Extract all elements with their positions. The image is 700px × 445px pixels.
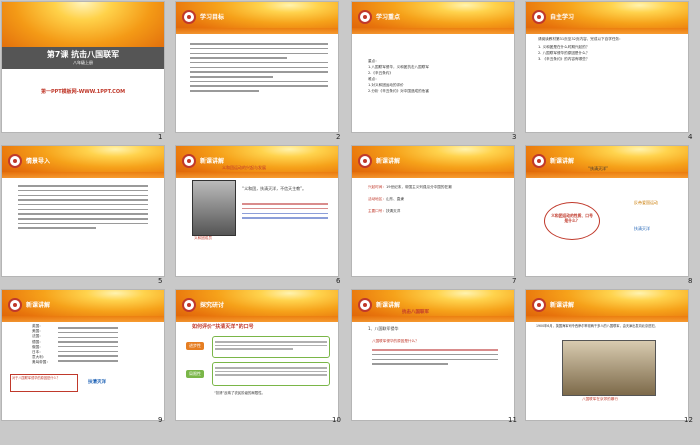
badge-icon [182, 154, 196, 168]
slide-header: 情景导入 [26, 158, 51, 165]
slide-thumbnail-10[interactable]: 探究研讨 如何评价“扶清灭洋”的口号 进步性 局限性 “扶清”反映了农民阶级的局… [176, 290, 338, 420]
answer-text: 扶清灭洋 [88, 380, 106, 385]
slide-header: 自主学习 [550, 14, 575, 21]
answer-1: 反帝爱国运动 [634, 200, 658, 205]
slide-header: 学习目标 [200, 14, 225, 21]
slide-thumbnail-5[interactable]: 情景导入 [2, 146, 164, 276]
slide-red-title: 如何评价“扶清灭洋”的口号 [192, 324, 254, 330]
slide-thumbnail-11[interactable]: 新课讲解 抗击八国联军 1、八国联军侵华 八国联军侵华的原因是什么？ [352, 290, 514, 420]
slide-header: 学习重点 [376, 14, 401, 21]
slide1-subtitle: 八年级上册 [73, 60, 93, 65]
badge-icon [358, 10, 372, 24]
slide-thumbnail-3[interactable]: 学习重点 重点： 1.八国联军侵华，义和团抗击八国联军 2.《辛丑条约》 难点：… [352, 2, 514, 132]
progress-label: 进步性 [186, 342, 204, 350]
badge-icon [532, 10, 546, 24]
slide-thumbnail-2[interactable]: 学习目标 [176, 2, 338, 132]
quote-text: “义和团，扶清灭洋，不信天主教”。 [242, 186, 307, 191]
slide-thumbnail-12[interactable]: 新课讲解 1900年6月，英国海军司令西摩尔率领两千多人的八国联军，由天津出发向… [526, 290, 688, 420]
badge-icon [358, 298, 372, 312]
badge-icon [8, 154, 22, 168]
question-text: 对于八国联军侵华的原因是什么？ [12, 376, 60, 380]
slide-thumbnail-4[interactable]: 自主学习 请阅读教材第31页至32页内容，完成以下自学任务： 1. 义和团是在什… [526, 2, 688, 132]
badge-icon [8, 298, 22, 312]
question-text: 八国联军侵华的原因是什么？ [372, 339, 419, 343]
cloud-question: 义和团运动的性质、口号是什么？ [551, 213, 593, 223]
quote-text: “扶清灭洋” [588, 166, 609, 171]
badge-icon [182, 298, 196, 312]
list-item: 奥匈帝国： [32, 360, 50, 365]
slide-thumbnail-8[interactable]: 新课讲解 “扶清灭洋” 义和团运动的性质、口号是什么？ 反帝爱国运动 扶清灭洋 [526, 146, 688, 276]
limitation-label: 局限性 [186, 370, 204, 378]
foot-note: “扶清”反映了农民阶级的局限性。 [214, 391, 265, 395]
answer-2: 扶清灭洋 [634, 226, 650, 231]
slide1-footer: 第一PPT模板网-WWW.1PPT.COM [40, 89, 126, 95]
list-item: 2.分析《辛丑条约》对中国造成的危害 [368, 89, 429, 93]
slide-red-title: 义和团运动的兴起与发展 [222, 165, 266, 170]
slide-thumbnail-7[interactable]: 新课讲解 兴起时间：19世纪末，帝国主义列强瓜分中国的狂潮 活动地区：山东、直隶… [352, 146, 514, 276]
badge-icon [358, 154, 372, 168]
slide-header: 新课讲解 [550, 158, 575, 165]
badge-icon [532, 154, 546, 168]
slide-thumbnail-9[interactable]: 新课讲解 英国： 美国： 法国： 德国： 俄国： 日本： 意大利： 奥匈帝国： … [2, 290, 164, 420]
section-item: 1、八国联军侵华 [368, 326, 399, 331]
slide-header: 探究研讨 [200, 302, 225, 309]
historic-photo [192, 180, 236, 236]
slide-header: 新课讲解 [550, 302, 575, 309]
badge-icon [182, 10, 196, 24]
intro-text: 请阅读教材第31页至32页内容，完成以下自学任务： [538, 37, 623, 41]
historic-painting [562, 340, 656, 396]
title-banner [2, 2, 164, 52]
intro-text: 1900年6月，英国海军司令西摩尔率领两千多人的八国联军，由天津出发向北京进犯。 [536, 324, 658, 328]
photo-caption: 义和团成员 [194, 236, 212, 240]
slide-header: 新课讲解 [376, 302, 401, 309]
slide-header: 新课讲解 [376, 158, 401, 165]
slide1-title: 第7课 抗击八国联军 [46, 50, 120, 59]
painting-caption: 八国联军在京郊的暴行 [582, 397, 618, 401]
slide-header: 新课讲解 [26, 302, 51, 309]
slide-header: 新课讲解 [200, 158, 225, 165]
badge-icon [532, 298, 546, 312]
slide-red-title: 抗击八国联军 [402, 310, 429, 315]
slide-thumbnail-6[interactable]: 新课讲解 义和团运动的兴起与发展 义和团成员 “义和团，扶清灭洋，不信天主教”。 [176, 146, 338, 276]
slide-thumbnail-1[interactable]: 第7课 抗击八国联军 八年级上册 第一PPT模板网-WWW.1PPT.COM [2, 2, 164, 132]
list-item: 3. 《辛丑条约》的内容有哪些？ [538, 57, 590, 61]
